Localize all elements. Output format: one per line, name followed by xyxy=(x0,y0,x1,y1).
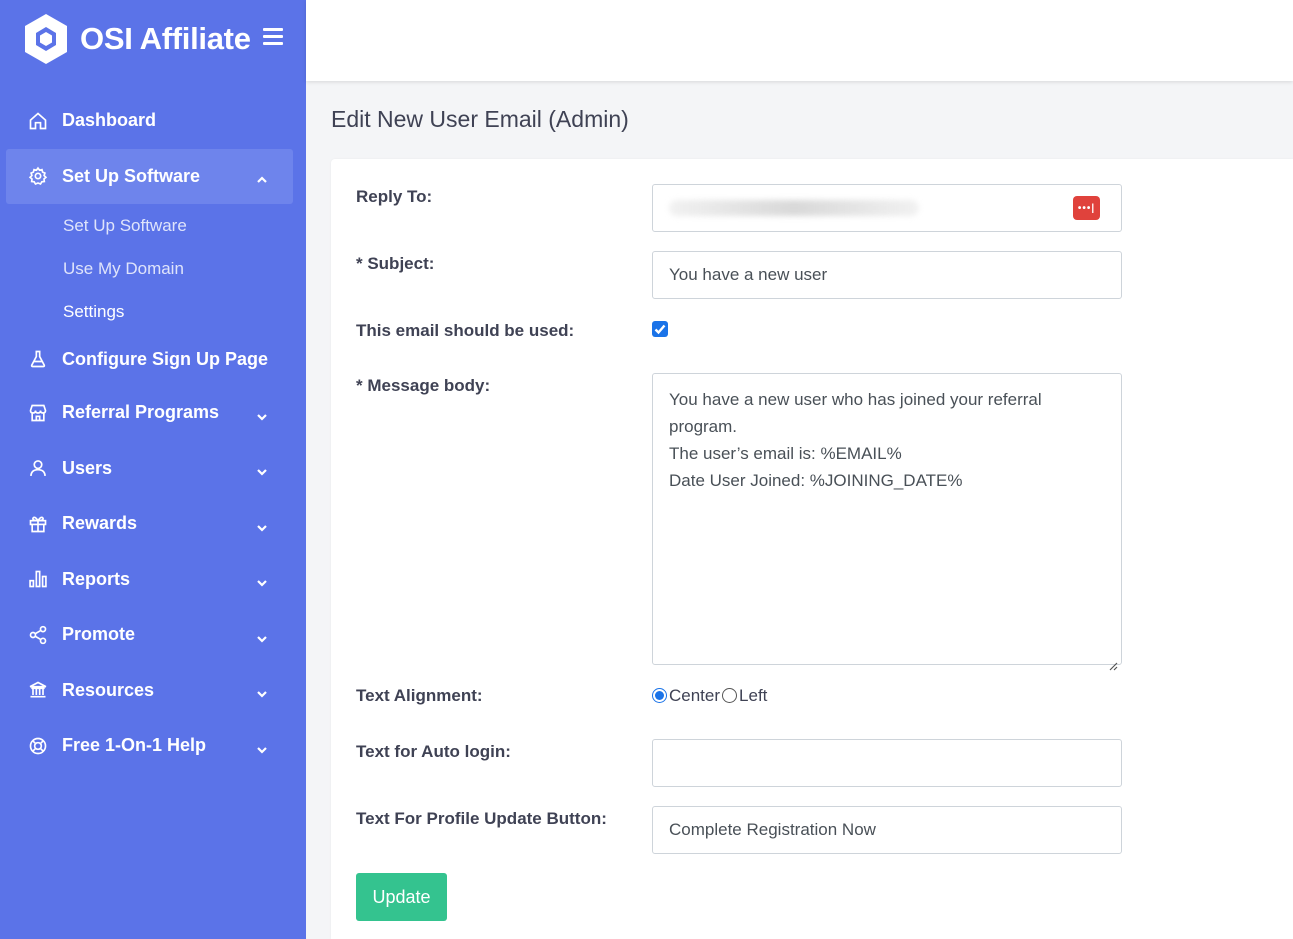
chevron-up-icon xyxy=(256,170,268,184)
chevron-down-icon xyxy=(256,740,268,754)
check-icon xyxy=(654,324,666,335)
page-title: Edit New User Email (Admin) xyxy=(331,106,629,132)
profile-update-label: Text For Profile Update Button: xyxy=(356,809,607,828)
submenu-item-settings[interactable]: Settings xyxy=(63,290,306,333)
sidebar-item-label: Reports xyxy=(62,568,131,589)
lifebuoy-icon xyxy=(28,736,48,756)
update-button[interactable]: Update xyxy=(356,873,447,921)
home-icon xyxy=(28,111,48,131)
bar-chart-icon xyxy=(28,569,48,589)
subject-input[interactable]: You have a new user xyxy=(652,251,1122,299)
auto-login-input[interactable] xyxy=(652,739,1122,787)
submenu-set-up-software: Set Up Software Use My Domain Settings xyxy=(0,204,306,333)
sidebar-item-label: Dashboard xyxy=(62,110,157,131)
sidebar-item-label: Free 1-On-1 Help xyxy=(62,735,207,756)
sidebar-item-resources[interactable]: Resources xyxy=(0,663,306,719)
profile-update-input[interactable]: Complete Registration Now xyxy=(652,806,1122,854)
radio-center-label[interactable]: Center xyxy=(669,686,720,706)
text-alignment-radios: Center Left xyxy=(652,686,767,706)
message-body-label: * Message body: xyxy=(356,376,491,395)
sidebar-item-label: Promote xyxy=(62,624,136,645)
brand[interactable]: OSI Affiliate xyxy=(22,12,251,66)
radio-left[interactable] xyxy=(722,687,738,703)
flask-icon xyxy=(28,349,48,369)
sidebar-item-users[interactable]: Users xyxy=(0,441,306,497)
store-icon xyxy=(28,403,48,423)
text-alignment-label: Text Alignment: xyxy=(356,686,483,705)
subject-label: * Subject: xyxy=(356,254,435,273)
sidebar-item-referral-programs[interactable]: Referral Programs xyxy=(0,385,306,441)
radio-center[interactable] xyxy=(652,687,667,703)
sidebar: OSI Affiliate Dashboard Set Up Software … xyxy=(0,0,306,939)
share-icon xyxy=(28,625,48,645)
use-email-label: This email should be used: xyxy=(356,321,575,340)
bank-icon xyxy=(28,680,48,700)
message-body-textarea[interactable]: You have a new user who has joined your … xyxy=(652,373,1122,671)
hamburger-icon[interactable] xyxy=(263,28,283,46)
chevron-down-icon xyxy=(256,629,268,643)
message-line: You have a new user who has joined your … xyxy=(669,390,1042,409)
chevron-down-icon xyxy=(256,407,268,421)
hexagon-logo-icon xyxy=(25,14,67,64)
user-icon xyxy=(28,458,48,478)
chevron-down-icon xyxy=(256,684,268,698)
gear-icon xyxy=(28,166,48,186)
submenu-item-use-my-domain[interactable]: Use My Domain xyxy=(63,247,306,290)
sidebar-item-label: Rewards xyxy=(62,513,138,534)
radio-left-label[interactable]: Left xyxy=(739,686,767,706)
topbar xyxy=(306,0,1293,81)
submenu-item-set-up-software[interactable]: Set Up Software xyxy=(63,204,306,247)
sidebar-item-label: Configure Sign Up Page xyxy=(62,348,269,369)
password-manager-icon[interactable]: •••| xyxy=(1073,196,1100,220)
message-line: Date User Joined: %JOINING_DATE% xyxy=(669,471,963,490)
chevron-down-icon xyxy=(256,462,268,476)
reply-to-input[interactable]: •••| xyxy=(652,184,1122,232)
redacted-email xyxy=(669,200,919,216)
brand-name: OSI Affiliate xyxy=(80,21,251,56)
auto-login-label: Text for Auto login: xyxy=(356,742,511,761)
sidebar-item-configure-sign-up-page[interactable]: Configure Sign Up Page xyxy=(0,333,306,385)
sidebar-item-promote[interactable]: Promote xyxy=(0,607,306,663)
chevron-down-icon xyxy=(256,573,268,587)
sidebar-item-free-help[interactable]: Free 1-On-1 Help xyxy=(0,718,306,774)
chevron-down-icon xyxy=(256,518,268,532)
message-line: The user’s email is: %EMAIL% xyxy=(669,444,902,463)
sidebar-item-label: Set Up Software xyxy=(62,165,201,186)
sidebar-item-set-up-software[interactable]: Set Up Software xyxy=(6,148,293,204)
reply-to-label: Reply To: xyxy=(356,187,433,206)
sidebar-item-rewards[interactable]: Rewards xyxy=(0,496,306,552)
sidebar-item-label: Referral Programs xyxy=(62,402,220,423)
sidebar-item-label: Resources xyxy=(62,679,155,700)
sidebar-nav: Dashboard Set Up Software Set Up Softwar… xyxy=(0,93,306,774)
sidebar-item-label: Users xyxy=(62,457,113,478)
sidebar-item-dashboard[interactable]: Dashboard xyxy=(0,93,306,149)
gift-icon xyxy=(28,514,48,534)
message-line: program. xyxy=(669,417,738,436)
sidebar-item-reports[interactable]: Reports xyxy=(0,552,306,608)
resize-handle-icon[interactable] xyxy=(1109,652,1118,671)
use-email-checkbox[interactable] xyxy=(652,321,668,337)
